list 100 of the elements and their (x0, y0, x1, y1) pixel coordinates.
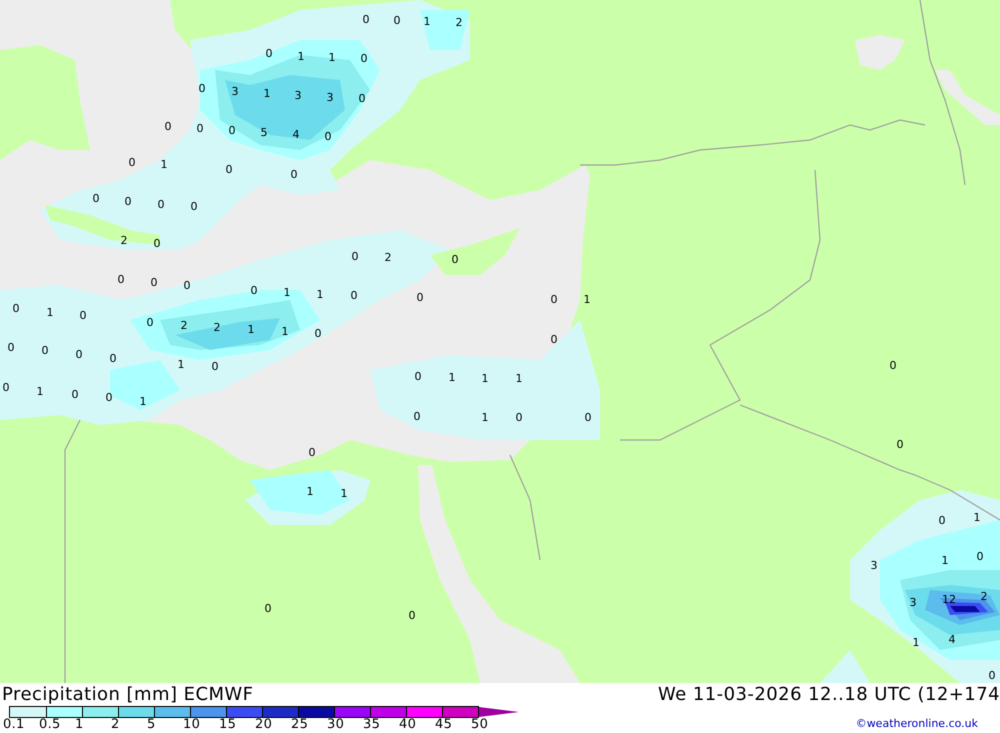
precipitation-value: 1 (284, 287, 290, 299)
precipitation-value: 0 (350, 290, 358, 302)
precipitation-value: 0 (290, 169, 298, 181)
precipitation-value: 1 (974, 512, 980, 524)
precipitation-value: 1 (912, 637, 920, 649)
precipitation-value: 0 (158, 199, 164, 211)
precipitation-value: 0 (408, 610, 416, 622)
precipitation-value: 1 (160, 159, 168, 171)
precipitation-value: 0 (324, 131, 332, 143)
precipitation-value: 1 (516, 373, 522, 385)
legend-tick-label: 10 (183, 718, 202, 732)
precipitation-value: 1 (942, 555, 948, 567)
precipitation-value: 0 (190, 201, 198, 213)
precipitation-value: 5 (260, 127, 268, 139)
precipitation-area (950, 606, 980, 612)
precipitation-value: 2 (180, 320, 188, 332)
legend-tick-label: 20 (255, 718, 274, 732)
precipitation-value: 0 (516, 412, 522, 424)
precipitation-value: 0 (110, 353, 116, 365)
precipitation-value: 0 (150, 277, 158, 289)
map-title: Precipitation [mm] ECMWF (2, 684, 254, 706)
precipitation-value: 0 (154, 238, 160, 250)
precipitation-value: 1 (46, 307, 54, 319)
precipitation-value: 1 (282, 326, 288, 338)
precipitation-value: 1 (140, 396, 146, 408)
precipitation-value: 0 (266, 48, 272, 60)
precipitation-value: 2 (120, 235, 128, 247)
precipitation-value: 0 (264, 603, 272, 615)
credit-link[interactable]: ©weatheronline.co.uk (856, 716, 978, 732)
legend-tick-label: 45 (435, 718, 454, 732)
precipitation-value: 4 (292, 129, 300, 141)
precipitation-area (420, 10, 470, 50)
precipitation-value: 1 (448, 372, 456, 384)
precipitation-value: 0 (416, 292, 424, 304)
precipitation-value: 1 (264, 88, 270, 100)
legend-tick-label: 40 (399, 718, 418, 732)
precipitation-value: 0 (146, 317, 154, 329)
precipitation-value: 0 (988, 670, 996, 682)
precipitation-value: 0 (118, 274, 124, 286)
precipitation-value: 1 (328, 52, 336, 64)
sea-area (935, 70, 1000, 125)
precipitation-value: 0 (352, 251, 358, 263)
legend-tick-label: 35 (363, 718, 382, 732)
legend-tick-label: 0.1 (3, 718, 26, 732)
legend-tick-label: 5 (147, 718, 157, 732)
precipitation-value: 0 (76, 349, 82, 361)
legend-arrow-icon (479, 707, 519, 717)
precipitation-value: 0 (414, 371, 422, 383)
precipitation-value: 1 (424, 16, 430, 28)
precipitation-value: 12 (942, 594, 956, 606)
precipitation-value: 1 (306, 486, 314, 498)
precipitation-value: 0 (212, 361, 218, 373)
precipitation-value: 0 (128, 157, 136, 169)
precipitation-value: 0 (226, 164, 232, 176)
precipitation-value: 3 (294, 90, 302, 102)
precipitation-value: 0 (362, 14, 370, 26)
precipitation-value: 0 (584, 412, 592, 424)
precipitation-value: 2 (214, 322, 220, 334)
legend-tick-label: 25 (291, 718, 310, 732)
precipitation-value: 1 (316, 289, 324, 301)
precipitation-value: 0 (184, 280, 190, 292)
precipitation-value: 3 (232, 86, 238, 98)
precipitation-value: 4 (948, 634, 956, 646)
precipitation-value: 0 (550, 294, 558, 306)
precipitation-value: 2 (456, 17, 462, 29)
precipitation-value: 0 (196, 123, 204, 135)
precipitation-value: 0 (12, 303, 20, 315)
precipitation-value: 0 (938, 515, 946, 527)
precipitation-value: 0 (164, 121, 172, 133)
precipitation-value: 0 (414, 411, 420, 423)
legend-tick-label: 30 (327, 718, 346, 732)
precipitation-value: 3 (326, 92, 334, 104)
precipitation-value: 1 (482, 373, 488, 385)
precipitation-value: 0 (250, 285, 258, 297)
precipitation-value: 1 (36, 386, 44, 398)
precipitation-value: 0 (2, 382, 10, 394)
precipitation-value: 0 (92, 193, 100, 205)
precipitation-value: 0 (394, 15, 400, 27)
legend-tick-label: 2 (111, 718, 121, 732)
precipitation-value: 0 (42, 345, 48, 357)
precipitation-value: 0 (360, 53, 368, 65)
precipitation-value: 0 (314, 328, 322, 340)
precipitation-value: 1 (178, 359, 184, 371)
precipitation-value: 2 (384, 252, 392, 264)
precipitation-value: 0 (452, 254, 458, 266)
precipitation-value: 1 (584, 294, 590, 306)
legend-tick-label: 0.5 (39, 718, 62, 732)
legend-tick-label: 15 (219, 718, 238, 732)
precipitation-value: 0 (106, 392, 112, 404)
precipitation-value: 3 (870, 560, 878, 572)
precipitation-value: 0 (228, 125, 236, 137)
precipitation-value: 0 (896, 439, 904, 451)
precipitation-value: 1 (482, 412, 488, 424)
precipitation-value: 0 (80, 310, 86, 322)
precipitation-value: 0 (72, 389, 78, 401)
precipitation-value: 1 (298, 51, 304, 63)
precipitation-value: 0 (308, 447, 316, 459)
precipitation-value: 0 (358, 93, 366, 105)
valid-time: We 11-03-2026 12..18 UTC (12+174 (658, 684, 1000, 706)
precipitation-value: 0 (890, 360, 896, 372)
